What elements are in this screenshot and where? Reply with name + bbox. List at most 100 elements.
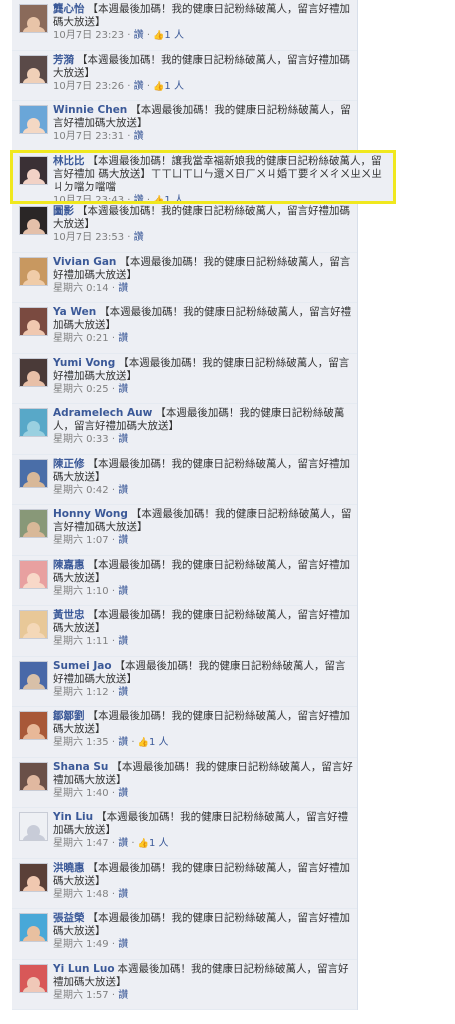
comment-timestamp: 星期六 0:33 xyxy=(53,434,109,445)
comment-text: 【本週最後加碼！我的健康日記粉絲破萬人，留言好禮加碼大放送】 xyxy=(53,912,350,937)
comment-meta: 星期六 1:57 · 讚 xyxy=(53,989,129,1001)
comment-meta: 星期六 1:35 · 讚 · 👍1 人 xyxy=(53,737,169,748)
comment-meta: 星期六 0:14 · 讚 xyxy=(53,282,129,294)
commenter-name[interactable]: Yi Lun Luo xyxy=(53,963,115,975)
like-link[interactable]: 讚 xyxy=(118,384,128,395)
avatar[interactable] xyxy=(19,105,48,134)
avatar[interactable] xyxy=(19,408,48,437)
avatar[interactable] xyxy=(19,256,48,286)
like-link[interactable]: 讚 xyxy=(134,81,144,92)
comment-text: 【本週最後加碼！我的健康日記粉絲破萬人，留言好禮加碼大放送】 xyxy=(53,53,350,79)
like-count[interactable]: 👍1 人 xyxy=(153,195,184,202)
commenter-name[interactable]: 陳正修 xyxy=(53,458,85,470)
like-link[interactable]: 讚 xyxy=(118,283,128,294)
commenter-name[interactable]: Ya Wen xyxy=(53,306,96,318)
comment-meta: 10月7日 23:31 · 讚 xyxy=(53,131,144,142)
comment-timestamp: 星期六 0:42 xyxy=(53,484,109,496)
commenter-name[interactable]: Vivian Gan xyxy=(53,256,116,268)
avatar[interactable] xyxy=(19,206,48,235)
comment-meta: 星期六 1:07 · 讚 xyxy=(53,535,129,546)
comment-text: 【本週最後加碼！我的健康日記粉絲破萬人，留言好禮加碼大放送】 xyxy=(53,710,350,735)
commenter-name[interactable]: 陳嘉惠 xyxy=(53,559,85,571)
commenter-name[interactable]: Winnie Chen xyxy=(53,104,127,116)
avatar[interactable] xyxy=(19,812,48,841)
like-link[interactable]: 讚 xyxy=(118,838,128,849)
commenter-name[interactable]: Shana Su xyxy=(53,761,108,773)
commenter-name[interactable]: Adramelech Auw xyxy=(53,407,152,419)
like-count[interactable]: 👍1 人 xyxy=(153,30,184,41)
comment-meta: 10月7日 23:23 · 讚 · 👍1 人 xyxy=(53,30,184,41)
commenter-name[interactable]: 林比比 xyxy=(53,155,85,167)
like-link[interactable]: 讚 xyxy=(118,737,128,748)
avatar[interactable] xyxy=(19,307,48,336)
comment-meta: 星期六 1:12 · 讚 xyxy=(53,686,129,698)
comment-timestamp: 星期六 1:48 xyxy=(53,888,109,900)
comment-item: Ya Wen 【本週最後加碼！我的健康日記粉絲破萬人，留言好禮加碼大放送】 星期六… xyxy=(12,303,357,354)
avatar[interactable] xyxy=(19,357,48,387)
like-link[interactable]: 讚 xyxy=(118,333,128,344)
comment-meta: 星期六 1:11 · 讚 xyxy=(53,636,129,647)
comment-timestamp: 星期六 0:21 xyxy=(53,333,109,344)
like-link[interactable]: 讚 xyxy=(118,485,128,496)
commenter-name[interactable]: Honny Wong xyxy=(53,508,128,520)
like-link[interactable]: 讚 xyxy=(134,195,144,202)
avatar[interactable] xyxy=(19,711,48,740)
like-link[interactable]: 讚 xyxy=(134,131,144,142)
avatar[interactable] xyxy=(19,610,48,639)
avatar[interactable] xyxy=(19,509,48,538)
avatar[interactable] xyxy=(19,660,48,690)
like-link[interactable]: 讚 xyxy=(134,30,144,41)
thumbs-up-icon: 👍 xyxy=(137,839,149,849)
like-count[interactable]: 👍1 人 xyxy=(138,737,169,748)
comment-item: Honny Wong 【本週最後加碼！我的健康日記粉絲破萬人，留言好禮加碼大放送】… xyxy=(12,505,357,556)
avatar[interactable] xyxy=(19,155,48,185)
comment-timestamp: 星期六 1:57 xyxy=(53,989,109,1001)
like-link[interactable]: 讚 xyxy=(118,586,128,597)
commenter-name[interactable]: Sumei Jao xyxy=(53,660,112,672)
like-link[interactable]: 讚 xyxy=(118,636,128,647)
commenter-name[interactable]: Yumi Vong xyxy=(53,357,115,369)
commenter-name[interactable]: 芳漪 xyxy=(53,54,74,66)
like-count[interactable]: 👍1 人 xyxy=(153,81,184,92)
like-link[interactable]: 讚 xyxy=(118,939,128,950)
like-link[interactable]: 讚 xyxy=(134,232,144,243)
commenter-name[interactable]: Yin Liu xyxy=(53,811,93,823)
comment-timestamp: 星期六 1:10 xyxy=(53,585,109,597)
thumbs-up-icon: 👍 xyxy=(153,31,165,41)
comment-text: 【本週最後加碼！我的健康日記粉絲破萬人，留言好禮加碼大放送】 xyxy=(53,558,350,584)
avatar[interactable] xyxy=(19,963,48,993)
avatar[interactable] xyxy=(19,862,48,892)
commenter-name[interactable]: 黃世忠 xyxy=(53,609,85,621)
comment-timestamp: 10月7日 23:26 xyxy=(53,80,125,92)
like-link[interactable]: 讚 xyxy=(118,788,128,799)
comment-item: 林比比 【本週最後加碼！讓我當幸福新娘我的健康日記粉絲破萬人，留言好禮加 碼大放送… xyxy=(10,149,396,204)
commenter-name[interactable]: 洪曉惠 xyxy=(53,862,85,874)
comment-timestamp: 星期六 1:40 xyxy=(53,787,109,799)
commenter-name[interactable]: 龔心怡 xyxy=(53,3,85,15)
comment-item: 黃世忠 【本週最後加碼！我的健康日記粉絲破萬人，留言好禮加碼大放送】 星期六 1:… xyxy=(12,606,357,657)
comment-item: 洪曉惠 【本週最後加碼！我的健康日記粉絲破萬人，留言好禮加碼大放送】 星期六 1:… xyxy=(12,859,357,909)
avatar[interactable] xyxy=(19,761,48,791)
comment-meta: 10月7日 23:53 · 讚 xyxy=(53,232,144,243)
comment-item: Vivian Gan 【本週最後加碼！我的健康日記粉絲破萬人，留言好禮加碼大放送】… xyxy=(12,253,357,303)
avatar[interactable] xyxy=(19,458,48,488)
like-link[interactable]: 讚 xyxy=(118,889,128,900)
like-link[interactable]: 讚 xyxy=(118,990,128,1001)
avatar[interactable] xyxy=(19,559,48,589)
avatar[interactable] xyxy=(19,4,48,33)
commenter-name[interactable]: 圖影 xyxy=(53,205,74,217)
comment-text: 【本週最後加碼！我的健康日記粉絲破萬人，留言好禮加碼大放送】 xyxy=(53,811,349,836)
like-link[interactable]: 讚 xyxy=(118,687,128,698)
avatar[interactable] xyxy=(19,913,48,942)
comment-timestamp: 星期六 1:11 xyxy=(53,636,109,647)
comment-text: 【本週最後加碼！我的健康日記粉絲破萬人，留言好禮加碼大放送】 xyxy=(53,861,350,887)
commenter-name[interactable]: 鄒鄒劉 xyxy=(53,710,85,722)
comment-item: Yin Liu 【本週最後加碼！我的健康日記粉絲破萬人，留言好禮加碼大放送】 星期… xyxy=(12,808,357,859)
like-count[interactable]: 👍1 人 xyxy=(138,838,169,849)
comment-item: 張益榮 【本週最後加碼！我的健康日記粉絲破萬人，留言好禮加碼大放送】 星期六 1:… xyxy=(12,909,357,960)
avatar[interactable] xyxy=(19,54,48,84)
comment-timestamp: 10月7日 23:53 xyxy=(53,232,125,243)
like-link[interactable]: 讚 xyxy=(118,535,128,546)
like-link[interactable]: 讚 xyxy=(118,434,128,445)
commenter-name[interactable]: 張益榮 xyxy=(53,912,85,924)
